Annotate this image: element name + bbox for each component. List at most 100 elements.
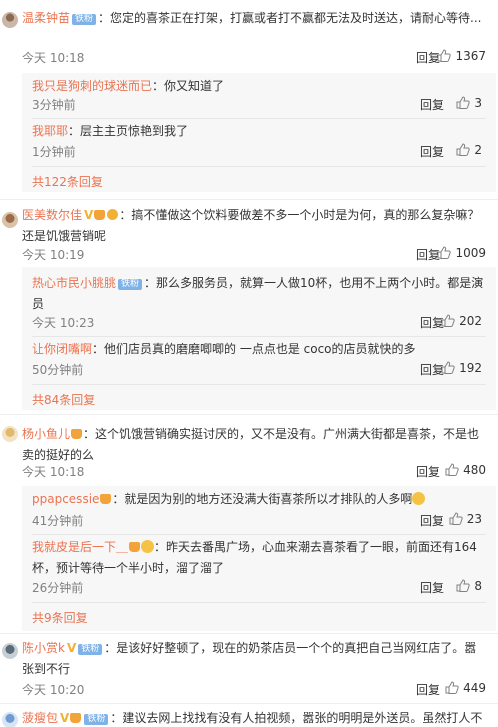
crown-icon <box>100 494 112 504</box>
reply-meta: 41分钟前 回复 23 <box>32 512 486 530</box>
reply-button[interactable]: 回复 <box>416 463 440 480</box>
view-all-replies-link[interactable]: 共9条回复 <box>32 609 88 626</box>
comment-text: ：建议去网上找找有没有人拍视频，嚣张的明明是外送员。虽然打人不 <box>110 711 483 725</box>
reply-button[interactable]: 回复 <box>416 246 440 263</box>
like-count: 1009 <box>455 246 486 260</box>
thumb-up-icon <box>441 361 455 374</box>
comment-body: 菠瘦包 V 铁粉 ：建议去网上找找有没有人拍视频，嚣张的明明是外送员。虽然打人不 <box>22 708 486 727</box>
comment-time: 今天 10:18 <box>22 51 85 65</box>
reply-time: 50分钟前 <box>32 363 84 377</box>
thumb-up-icon <box>441 314 455 327</box>
emoji-icon <box>141 540 155 553</box>
reply-item: 让你闭嘴啊：他们店员真的磨磨唧唧的 一点点也是 coco的店员就快的多 <box>32 339 486 360</box>
comment-body: 陈小赏k V 铁粉 ：是该好好整顿了，现在的奶茶店员一个个的真把自己当网红店了。嚣张到… <box>22 638 486 680</box>
divider <box>32 166 486 167</box>
comment-username[interactable]: 温柔钟苗 <box>22 11 70 25</box>
laugh-emoji-icon <box>412 492 426 505</box>
reply-username[interactable]: 我耶耶 <box>32 124 68 138</box>
like-button[interactable]: 3 <box>456 96 482 110</box>
comment-body: 医美数尔佳 V ：搞不懂做这个饮料要做差不多一个小时是为何，真的那么复杂嘛？还是饥饿… <box>22 205 486 247</box>
avatar[interactable] <box>2 12 18 28</box>
like-count: 202 <box>459 314 482 328</box>
reply-username[interactable]: ppapcessie <box>32 492 99 506</box>
avatar[interactable] <box>2 212 18 228</box>
like-button[interactable]: 8 <box>456 579 482 593</box>
comment-username[interactable]: 医美数尔佳 <box>22 208 82 222</box>
comment-time: 今天 10:20 <box>22 683 85 697</box>
like-button[interactable]: 23 <box>449 512 482 526</box>
like-count: 192 <box>459 361 482 375</box>
comment-text: ：您定的喜茶正在打架，打赢或者打不赢都无法及时送达，请耐心等待... <box>98 11 482 25</box>
fan-badge: 铁粉 <box>118 279 143 290</box>
comment-username[interactable]: 菠瘦包 <box>22 711 58 725</box>
reply-item: 我耶耶：层主主页惊艳到我了 <box>32 121 486 142</box>
reply-button[interactable]: 回复 <box>420 143 444 160</box>
reply-list: 热心市民小朓朓 铁粉 ：那么多服务员，就算一人做10杯，也用不上两个小时。都是演员 … <box>22 267 496 410</box>
crown-icon <box>70 713 82 723</box>
thumb-up-icon <box>437 49 452 62</box>
thumb-up-icon <box>445 681 459 694</box>
like-button[interactable]: 2 <box>456 143 482 157</box>
avatar[interactable] <box>2 426 18 442</box>
comment-meta: 今天 10:18 回复 1367 <box>22 49 486 67</box>
thumb-up-icon <box>456 96 471 109</box>
reply-item: ppapcessie ：就是因为别的地方还没满大街喜茶所以才排队的人多啊 <box>32 489 486 510</box>
reply-username[interactable]: 我就皮是后一下＿ <box>32 540 128 554</box>
avatar[interactable] <box>2 643 18 659</box>
comment-meta: 今天 10:19 回复 1009 <box>22 246 486 264</box>
reply-button[interactable]: 回复 <box>420 579 444 596</box>
like-count: 8 <box>474 579 482 593</box>
crown-icon <box>71 429 83 439</box>
thumb-up-icon <box>437 246 452 259</box>
like-count: 1367 <box>455 49 486 63</box>
comment-meta: 今天 10:18 回复 480 <box>22 463 486 481</box>
avatar[interactable] <box>2 712 18 727</box>
fan-badge: 铁粉 <box>72 14 97 25</box>
fan-badge: 铁粉 <box>78 644 103 655</box>
reply-button[interactable]: 回复 <box>416 49 440 66</box>
like-button[interactable]: 480 <box>445 463 486 477</box>
reply-meta: 50分钟前 回复 192 <box>32 361 486 379</box>
like-button[interactable]: 202 <box>441 314 482 328</box>
reply-text: ：就是因为别的地方还没满大街喜茶所以才排队的人多啊 <box>112 492 413 506</box>
comment-text: ：这个饥饿营销确实挺讨厌的，又不是没有。广州满大街都是喜茶，不是也卖的挺好的么 <box>22 427 480 462</box>
fan-badge: 铁粉 <box>84 714 109 725</box>
reply-username[interactable]: 热心市民小朓朓 <box>32 276 116 290</box>
badge-icon <box>107 209 119 220</box>
comment-item: 菠瘦包 V 铁粉 ：建议去网上找找有没有人拍视频，嚣张的明明是外送员。虽然打人不 <box>0 703 498 727</box>
thumb-up-icon <box>456 143 471 156</box>
like-button[interactable]: 192 <box>441 361 482 375</box>
divider <box>32 602 486 603</box>
verified-v-icon: V <box>66 641 77 655</box>
comment-username[interactable]: 杨小鱼儿 <box>22 427 70 441</box>
like-button[interactable]: 1009 <box>437 246 486 260</box>
comment-time: 今天 10:18 <box>22 465 85 479</box>
reply-text: ：层主主页惊艳到我了 <box>68 124 189 138</box>
reply-time: 1分钟前 <box>32 145 76 159</box>
reply-item: 我只是狗刺的球迷而已：你又知道了 <box>32 76 486 97</box>
divider <box>32 336 486 337</box>
reply-username[interactable]: 我只是狗刺的球迷而已 <box>32 79 152 93</box>
reply-button[interactable]: 回复 <box>420 96 444 113</box>
comment-username[interactable]: 陈小赏k <box>22 641 65 655</box>
view-all-replies-link[interactable]: 共122条回复 <box>32 173 103 190</box>
reply-item: 热心市民小朓朓 铁粉 ：那么多服务员，就算一人做10杯，也用不上两个小时。都是演员 <box>32 273 486 315</box>
like-count: 449 <box>463 681 486 695</box>
view-all-replies-link[interactable]: 共84条回复 <box>32 391 95 408</box>
reply-text: ：他们店员真的磨磨唧唧的 一点点也是 coco的店员就快的多 <box>92 342 416 356</box>
comment-body: 温柔钟苗 铁粉 ：您定的喜茶正在打架，打赢或者打不赢都无法及时送达，请耐心等待... <box>22 8 486 29</box>
divider <box>32 534 486 535</box>
crown-icon <box>94 210 106 220</box>
reply-username[interactable]: 让你闭嘴啊 <box>32 342 92 356</box>
reply-button[interactable]: 回复 <box>416 681 440 698</box>
like-button[interactable]: 1367 <box>437 49 486 63</box>
reply-time: 26分钟前 <box>32 581 84 595</box>
verified-v-icon: V <box>60 711 70 725</box>
thumb-up-icon <box>456 579 471 592</box>
divider <box>32 118 486 119</box>
reply-meta: 26分钟前 回复 8 <box>32 579 486 597</box>
reply-button[interactable]: 回复 <box>420 512 444 529</box>
comment-time: 今天 10:19 <box>22 248 85 262</box>
reply-text: ：你又知道了 <box>152 79 225 93</box>
like-button[interactable]: 449 <box>445 681 486 695</box>
